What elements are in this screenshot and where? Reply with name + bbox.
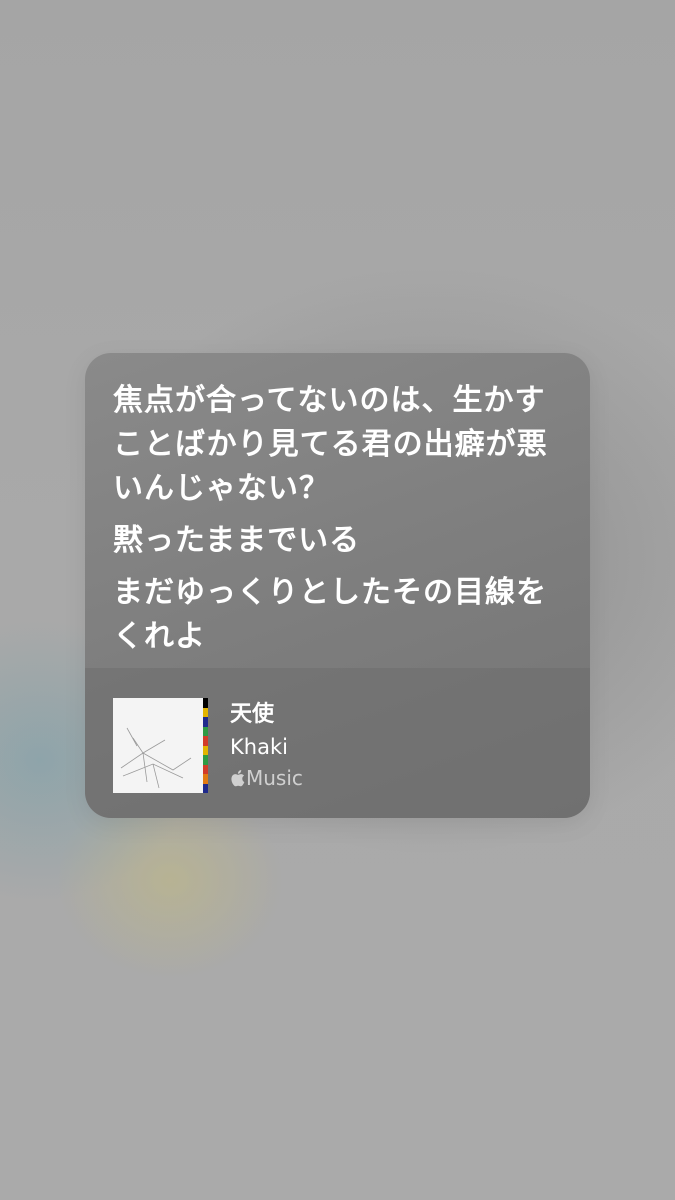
song-title: 天使 — [230, 702, 275, 727]
artist-name: Khaki — [230, 735, 288, 759]
lyric-line: 黙ったままでいる — [113, 523, 361, 558]
apple-music-badge: Music — [230, 764, 303, 792]
album-color-stripes — [203, 698, 208, 793]
service-label: Music — [246, 766, 303, 790]
lyric-line: まだゆっくりとしたその目線をくれよ — [113, 575, 547, 654]
track-info: 天使 Khaki Music — [230, 700, 303, 792]
lyrics-section: 焦点が合ってないのは、生かすことばかり見てる君の出癖が悪いんじゃない？ 黙ったま… — [85, 353, 590, 668]
apple-logo-icon — [231, 770, 245, 787]
track-footer[interactable]: 天使 Khaki Music — [85, 668, 590, 818]
album-artwork-sketch — [120, 727, 192, 789]
lyric-line: 焦点が合ってないのは、生かすことばかり見てる君の出癖が悪いんじゃない？ — [113, 383, 548, 506]
album-artwork[interactable] — [113, 698, 208, 793]
lyrics-share-card[interactable]: 焦点が合ってないのは、生かすことばかり見てる君の出癖が悪いんじゃない？ 黙ったま… — [85, 353, 590, 818]
